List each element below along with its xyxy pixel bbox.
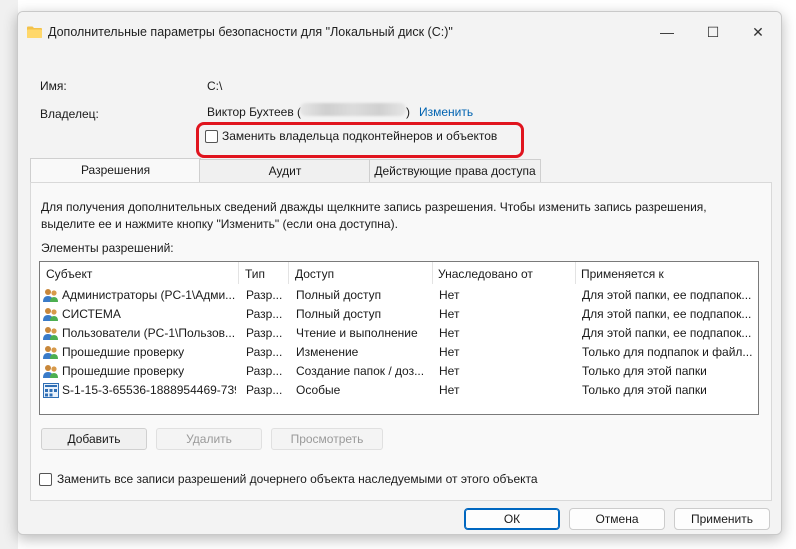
remove-button[interactable]: Удалить bbox=[156, 428, 262, 450]
column-type[interactable]: Тип bbox=[245, 267, 265, 281]
cell-applies-to: Только для подпапок и файл... bbox=[582, 345, 753, 359]
column-applies-to[interactable]: Применяется к bbox=[581, 267, 664, 281]
close-button[interactable]: ✕ bbox=[735, 12, 781, 52]
cell-subject: S-1-15-3-65536-1888954469-739... bbox=[62, 383, 236, 397]
minimize-button[interactable]: — bbox=[644, 12, 690, 52]
group-icon bbox=[43, 327, 58, 340]
cell-inherited: Нет bbox=[439, 288, 460, 302]
desktop-backdrop bbox=[0, 0, 18, 549]
column-divider bbox=[238, 262, 239, 284]
cell-applies-to: Только для этой папки bbox=[582, 364, 707, 378]
ok-button[interactable]: ОК bbox=[464, 508, 560, 530]
cell-access: Чтение и выполнение bbox=[296, 326, 418, 340]
column-divider bbox=[288, 262, 289, 284]
cell-type: Разр... bbox=[246, 307, 283, 321]
cell-access: Создание папок / доз... bbox=[296, 364, 425, 378]
cell-subject: Пользователи (PC-1\Пользов... bbox=[62, 326, 236, 340]
title-bar[interactable]: Дополнительные параметры безопасности дл… bbox=[18, 12, 781, 52]
cell-access: Полный доступ bbox=[296, 288, 382, 302]
cell-type: Разр... bbox=[246, 345, 283, 359]
column-inherited[interactable]: Унаследовано от bbox=[438, 267, 533, 281]
replace-owner-label[interactable]: Заменить владельца подконтейнеров и объе… bbox=[222, 129, 497, 143]
permissions-list[interactable]: Субъект Тип Доступ Унаследовано от Приме… bbox=[39, 261, 759, 415]
dialog-footer: ОК Отмена Применить bbox=[18, 502, 781, 534]
cell-subject: СИСТЕМА bbox=[62, 307, 121, 321]
cell-applies-to: Только для этой папки bbox=[582, 383, 707, 397]
cell-subject: Прошедшие проверку bbox=[62, 345, 185, 359]
security-settings-window: Дополнительные параметры безопасности дл… bbox=[17, 11, 782, 535]
tab-effective-access[interactable]: Действующие права доступа bbox=[369, 159, 541, 182]
cell-type: Разр... bbox=[246, 364, 283, 378]
group-icon bbox=[43, 289, 58, 302]
cell-inherited: Нет bbox=[439, 345, 460, 359]
name-value: C:\ bbox=[207, 79, 223, 93]
view-button[interactable]: Просмотреть bbox=[271, 428, 383, 450]
name-label: Имя: bbox=[40, 79, 67, 93]
cell-inherited: Нет bbox=[439, 307, 460, 321]
cell-applies-to: Для этой папки, ее подпапок... bbox=[582, 326, 752, 340]
cell-applies-to: Для этой папки, ее подпапок... bbox=[582, 307, 752, 321]
permissions-description: Для получения дополнительных сведений дв… bbox=[41, 200, 707, 231]
replace-owner-checkbox[interactable] bbox=[205, 130, 218, 143]
group-icon bbox=[43, 365, 58, 378]
replace-child-permissions-checkbox[interactable] bbox=[39, 473, 52, 486]
cell-subject: Прошедшие проверку bbox=[62, 364, 185, 378]
change-owner-link[interactable]: Изменить bbox=[419, 105, 473, 119]
owner-label: Владелец: bbox=[40, 107, 99, 121]
group-icon bbox=[43, 346, 58, 359]
table-row[interactable]: Пользователи (PC-1\Пользов... Разр... Чт… bbox=[40, 324, 758, 343]
table-row[interactable]: Прошедшие проверку Разр... Изменение Нет… bbox=[40, 343, 758, 362]
group-icon bbox=[43, 308, 58, 321]
maximize-button[interactable]: ☐ bbox=[690, 12, 736, 52]
owner-value: Виктор Бухтеев ( bbox=[207, 105, 302, 119]
table-row[interactable]: СИСТЕМА Разр... Полный доступ Нет Для эт… bbox=[40, 305, 758, 324]
tab-permissions[interactable]: Разрешения bbox=[30, 158, 201, 183]
redacted-owner-detail bbox=[300, 103, 406, 116]
column-divider bbox=[432, 262, 433, 284]
table-row[interactable]: S-1-15-3-65536-1888954469-739... Разр...… bbox=[40, 381, 758, 400]
cell-inherited: Нет bbox=[439, 326, 460, 340]
cell-inherited: Нет bbox=[439, 383, 460, 397]
cell-access: Полный доступ bbox=[296, 307, 382, 321]
add-button[interactable]: Добавить bbox=[41, 428, 147, 450]
table-row[interactable]: Администраторы (PC-1\Адми... Разр... Пол… bbox=[40, 286, 758, 305]
cell-subject: Администраторы (PC-1\Адми... bbox=[62, 288, 236, 302]
column-divider bbox=[575, 262, 576, 284]
permission-entries-label: Элементы разрешений: bbox=[41, 241, 174, 255]
cell-inherited: Нет bbox=[439, 364, 460, 378]
apply-button[interactable]: Применить bbox=[674, 508, 770, 530]
permissions-panel: Для получения дополнительных сведений дв… bbox=[30, 182, 772, 501]
cell-applies-to: Для этой папки, ее подпапок... bbox=[582, 288, 752, 302]
window-title: Дополнительные параметры безопасности дл… bbox=[48, 25, 453, 39]
replace-child-permissions-label[interactable]: Заменить все записи разрешений дочернего… bbox=[57, 472, 538, 486]
tab-audit[interactable]: Аудит bbox=[199, 159, 371, 182]
column-subject[interactable]: Субъект bbox=[46, 267, 92, 281]
cell-type: Разр... bbox=[246, 326, 283, 340]
app-package-icon bbox=[43, 383, 59, 398]
folder-icon bbox=[27, 26, 42, 38]
table-row[interactable]: Прошедшие проверку Разр... Создание папо… bbox=[40, 362, 758, 381]
cell-access: Особые bbox=[296, 383, 341, 397]
owner-suffix: ) bbox=[406, 105, 410, 119]
cancel-button[interactable]: Отмена bbox=[569, 508, 665, 530]
cell-access: Изменение bbox=[296, 345, 359, 359]
cell-type: Разр... bbox=[246, 288, 283, 302]
cell-type: Разр... bbox=[246, 383, 283, 397]
column-access[interactable]: Доступ bbox=[295, 267, 334, 281]
